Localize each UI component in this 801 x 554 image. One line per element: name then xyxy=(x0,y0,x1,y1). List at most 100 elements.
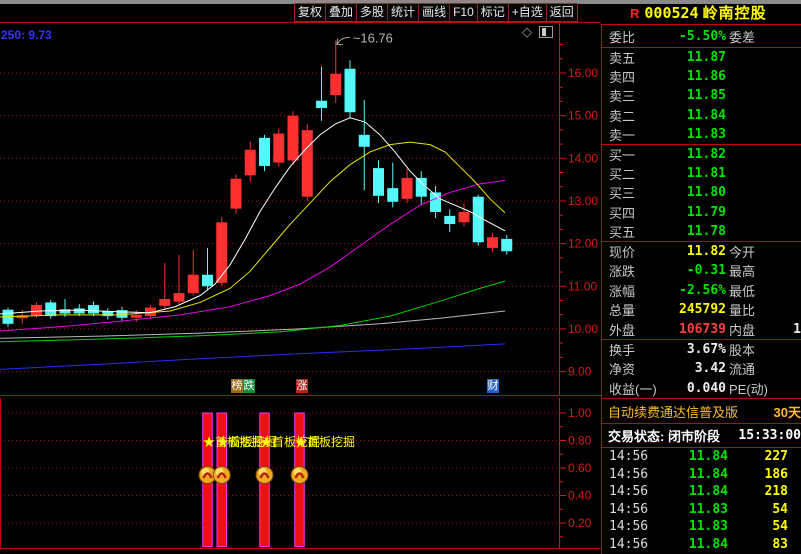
candle xyxy=(287,111,299,165)
candle xyxy=(202,247,213,291)
ask-row[interactable]: 卖四 11.86 xyxy=(602,67,801,86)
weibi-value: -5.50% xyxy=(679,28,726,44)
trade-row: 14:56 11.84 227 xyxy=(609,449,788,465)
toolbar-button-多股[interactable]: 多股 xyxy=(357,4,389,21)
financial-stats: 换手 3.67% 股本 净资 3.42 流通 收益(一) 0.040 PE(动) xyxy=(602,340,801,399)
candle xyxy=(358,99,370,191)
price-tick-label: 13.00 xyxy=(568,194,598,208)
stat-row: 现价 11.82 今开 xyxy=(609,244,756,261)
toolbar-button-返回[interactable]: 返回 xyxy=(547,4,577,21)
price-tick-label: 15.00 xyxy=(568,109,598,123)
candle xyxy=(244,141,256,182)
toolbar-button-复权[interactable]: 复权 xyxy=(295,4,327,21)
stock-name: 岭南控股 xyxy=(702,5,767,22)
toolbar-button-统计[interactable]: 统计 xyxy=(388,4,420,21)
bid-row[interactable]: 买三 11.80 xyxy=(602,183,801,202)
candle xyxy=(102,308,114,320)
status-time: 15:33:00 xyxy=(738,428,801,443)
ask-queue: 卖五 11.87 卖四 11.86 卖三 11.85 卖二 11.84 卖一 11.83 xyxy=(602,48,801,145)
status-label: 交易状态: xyxy=(608,429,665,444)
event-badge-涨[interactable]: 涨 xyxy=(296,379,308,393)
stat-row: 涨跌 -0.31 最高 xyxy=(609,263,756,280)
toolbar: 复权 叠加 多股 统计 画线 F10 标记 +自选 返回 xyxy=(294,3,578,22)
candle xyxy=(173,255,185,305)
ma-line xyxy=(0,343,506,370)
candle xyxy=(301,124,313,201)
candle xyxy=(316,66,327,121)
price-tick-label: 10.00 xyxy=(568,322,598,336)
trade-row: 14:56 11.83 54 xyxy=(609,519,788,535)
margin-trade-flag: R xyxy=(630,6,640,21)
signal-label: ★首板挖掘 xyxy=(295,434,355,449)
toolbar-button-F10[interactable]: F10 xyxy=(450,4,478,21)
toolbar-button-画线[interactable]: 画线 xyxy=(419,4,451,21)
ask-row[interactable]: 卖一 11.83 xyxy=(602,125,801,144)
stat-row: 总量 245792 量比 xyxy=(609,302,756,319)
bid-row[interactable]: 买一 11.82 xyxy=(602,145,801,164)
trade-row: 14:56 11.84 218 xyxy=(609,484,788,500)
main-candlestick-chart[interactable]: 9.00 10.00 11.00 12.00 13.00 14.00 15.00 16.00 ~… xyxy=(0,22,601,396)
candle xyxy=(487,232,498,253)
stat-row: 涨幅 -2.56% 最低 xyxy=(609,282,756,299)
trade-row: 14:56 11.83 54 xyxy=(609,501,788,517)
gold-signal-icon xyxy=(290,466,309,484)
candle xyxy=(501,235,513,255)
candle xyxy=(259,134,270,172)
promo-text: 自动续费通达信普及版 xyxy=(608,404,739,420)
candle xyxy=(401,168,413,204)
price-tick-label: 11.00 xyxy=(568,279,597,293)
toolbar-button-标记[interactable]: 标记 xyxy=(478,4,509,21)
bid-row[interactable]: 买四 11.79 xyxy=(602,203,801,222)
candle xyxy=(444,209,456,233)
ask-row[interactable]: 卖二 11.84 xyxy=(602,106,801,125)
high-annotation: ~16.76 xyxy=(353,31,393,46)
fin-row: 收益(一) 0.040 PE(动) xyxy=(609,380,769,397)
candle xyxy=(415,171,427,206)
candle xyxy=(88,301,99,317)
trade-row: 14:56 11.84 186 xyxy=(609,466,788,482)
bid-row[interactable]: 买五 11.78 xyxy=(602,222,801,241)
candle xyxy=(387,162,399,208)
candle xyxy=(45,299,57,319)
bid-row[interactable]: 买二 11.81 xyxy=(602,164,801,183)
signal-indicator-chart[interactable]: ★首板挖掘★首板挖掘★首板挖掘★首板挖掘1.000.800.600.400.20 xyxy=(0,398,601,554)
weicha-label: 委差 xyxy=(729,29,756,45)
stat-row: 外盘 106739 内盘 1 xyxy=(609,321,801,338)
candle xyxy=(230,174,242,214)
high-arrow xyxy=(336,36,350,45)
candle xyxy=(187,249,199,296)
candle xyxy=(59,299,71,317)
candle xyxy=(430,186,441,219)
price-tick-label: 9.00 xyxy=(568,365,592,379)
trading-status-row: 交易状态: 闭市阶段 15:33:00 xyxy=(602,424,801,448)
candle xyxy=(344,60,356,118)
stock-title: R 000524 岭南控股 xyxy=(601,2,801,23)
fin-row: 净资 3.42 流通 xyxy=(609,361,756,378)
toolbar-button-叠加[interactable]: 叠加 xyxy=(326,4,358,21)
gold-signal-icon xyxy=(255,466,274,484)
fin-row: 换手 3.67% 股本 xyxy=(609,342,756,359)
promo-days: 30天 xyxy=(773,404,801,420)
price-tick-label: 16.00 xyxy=(568,66,598,80)
candle xyxy=(472,194,484,246)
tdx-app: 复权 叠加 多股 统计 画线 F10 标记 +自选 返回 R 000524 岭南控股 ◇ 9.00 1… xyxy=(0,0,801,554)
price-tick-label: 12.00 xyxy=(568,237,598,251)
candle xyxy=(330,40,342,103)
price-stats: 现价 11.82 今开 涨跌 -0.31 最高 涨幅 -2.56% 最低 总量 245792 量比外盘… xyxy=(602,242,801,340)
quote-panel: 委比 -5.50% 委差 卖五 11.87 卖四 11.86 卖三 11.85 卖二 11.8… xyxy=(601,24,801,554)
event-badge-财[interactable]: 财 xyxy=(487,379,499,393)
toolbar-button-+自选[interactable]: +自选 xyxy=(509,4,547,21)
weibi-row: 委比 -5.50% 委差 xyxy=(602,25,801,48)
event-badge-榜[interactable]: 榜 xyxy=(231,379,243,393)
stock-code: 000524 xyxy=(644,4,699,22)
trade-row: 14:56 11.84 83 xyxy=(609,536,788,552)
gold-signal-icon xyxy=(212,466,231,484)
price-tick-label: 14.00 xyxy=(568,151,598,165)
renewal-promo-link[interactable]: 自动续费通达信普及版 30天 xyxy=(602,399,801,424)
status-value: 闭市阶段 xyxy=(667,429,720,444)
indicator-tick-label: 0.80 xyxy=(568,434,592,448)
ask-row[interactable]: 卖三 11.85 xyxy=(602,86,801,105)
ask-row[interactable]: 卖五 11.87 xyxy=(602,48,801,67)
bid-queue: 买一 11.82 买二 11.81 买三 11.80 买四 11.79 买五 11.78 xyxy=(602,145,801,242)
event-badge-跌[interactable]: 跌 xyxy=(243,379,255,393)
